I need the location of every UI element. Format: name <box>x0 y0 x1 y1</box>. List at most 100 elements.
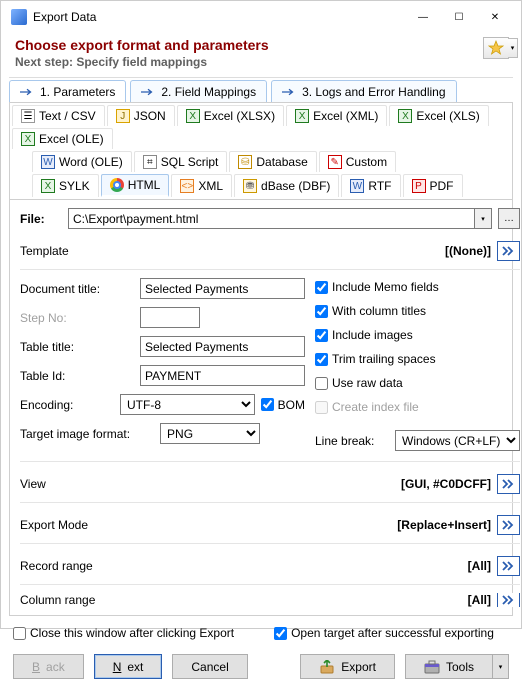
step-no-input[interactable] <box>140 307 200 328</box>
txt-icon: ☰ <box>21 109 35 123</box>
export-button[interactable]: Export <box>300 654 395 679</box>
bom-checkbox[interactable] <box>261 398 274 411</box>
format-tab-label: Excel (XLS) <box>416 109 479 123</box>
back-button[interactable]: Back <box>13 654 84 679</box>
record-range-expand-button[interactable] <box>497 556 520 576</box>
record-range-value: [All] <box>468 559 491 573</box>
format-tab-label: Custom <box>346 155 387 169</box>
tab-field-mappings[interactable]: 2. Field Mappings <box>130 80 267 102</box>
include-memo-checkbox[interactable] <box>315 281 328 294</box>
open-after-checkbox[interactable] <box>274 627 287 640</box>
export-mode-label: Export Mode <box>20 518 88 532</box>
xlsx-icon: X <box>295 109 309 123</box>
format-tab-xmlf[interactable]: <>XML <box>171 174 232 197</box>
wizard-step-tabs: 1. Parameters 2. Field Mappings 3. Logs … <box>1 78 521 102</box>
encoding-select[interactable]: UTF-8 <box>120 394 255 415</box>
format-tab-rtf[interactable]: WRTF <box>341 174 400 197</box>
file-path-combo[interactable]: ▾ <box>68 208 492 229</box>
rtf-icon: W <box>350 179 364 193</box>
column-range-expand-button[interactable] <box>497 593 520 607</box>
format-tab-wordole[interactable]: WWord (OLE) <box>32 151 132 172</box>
xls-icon: X <box>21 132 35 146</box>
browse-button[interactable]: … <box>498 208 520 229</box>
next-button[interactable]: Next <box>94 654 163 679</box>
table-title-input[interactable] <box>140 336 305 357</box>
maximize-button[interactable]: ☐ <box>441 3 477 31</box>
format-tab-label: JSON <box>134 109 166 123</box>
tab-parameters[interactable]: 1. Parameters <box>9 80 126 102</box>
view-label: View <box>20 477 46 491</box>
format-tab-xml[interactable]: XExcel (XML) <box>286 105 387 126</box>
custom-icon: ✎ <box>328 155 342 169</box>
format-tab-xlsx[interactable]: XExcel (XLSX) <box>177 105 284 126</box>
use-raw-data-checkbox[interactable] <box>315 377 328 390</box>
column-titles-label: With column titles <box>332 304 426 318</box>
minimize-button[interactable]: — <box>405 3 441 31</box>
format-tab-html[interactable]: HTML <box>101 174 170 197</box>
close-button[interactable]: ✕ <box>477 3 513 31</box>
include-images-label: Include images <box>332 328 413 342</box>
format-tab-container: ☰Text / CSVJJSONXExcel (XLSX)XExcel (XML… <box>9 102 513 200</box>
format-tab-label: Excel (XLSX) <box>204 109 275 123</box>
arrow-right-icon <box>282 88 296 96</box>
close-after-checkbox[interactable] <box>13 627 26 640</box>
tools-button[interactable]: Tools <box>405 654 493 679</box>
encoding-label: Encoding: <box>20 398 120 412</box>
tools-dropdown[interactable]: ▾ <box>493 654 509 679</box>
format-tab-db[interactable]: ⛁Database <box>229 151 316 172</box>
template-expand-button[interactable] <box>497 241 520 261</box>
format-tab-json[interactable]: JJSON <box>107 105 175 126</box>
format-tab-sylk[interactable]: XSYLK <box>32 174 99 197</box>
export-mode-expand-button[interactable] <box>497 515 520 535</box>
xml-icon: <> <box>180 179 194 193</box>
line-break-select[interactable]: Windows (CR+LF) <box>395 430 520 451</box>
table-id-input[interactable] <box>140 365 305 386</box>
format-tab-label: PDF <box>430 179 454 193</box>
include-images-checkbox[interactable] <box>315 329 328 342</box>
file-path-dropdown[interactable]: ▾ <box>474 209 491 228</box>
double-chevron-right-icon <box>502 479 516 489</box>
table-title-label: Table title: <box>20 340 140 354</box>
format-tab-dbf[interactable]: ⛃dBase (DBF) <box>234 174 339 197</box>
format-tab-text[interactable]: ☰Text / CSV <box>12 105 105 126</box>
format-tab-pdf[interactable]: PPDF <box>403 174 463 197</box>
document-title-input[interactable] <box>140 278 305 299</box>
tab-parameters-label: 1. Parameters <box>40 85 115 99</box>
double-chevron-right-icon <box>502 520 516 530</box>
sql-icon: ⌗ <box>143 155 157 169</box>
trim-spaces-checkbox[interactable] <box>315 353 328 366</box>
open-after-label: Open target after successful exporting <box>291 626 494 640</box>
export-button-label: Export <box>341 660 376 674</box>
document-title-label: Document title: <box>20 282 140 296</box>
arrow-right-icon <box>141 88 155 96</box>
target-image-format-select[interactable]: PNG <box>160 423 260 444</box>
app-icon <box>11 9 27 25</box>
favorites-dropdown[interactable]: ▾ <box>508 38 518 58</box>
double-chevron-right-icon <box>502 561 516 571</box>
close-after-label: Close this window after clicking Export <box>30 626 234 640</box>
create-index-label: Create index file <box>332 400 419 414</box>
export-mode-value: [Replace+Insert] <box>397 518 491 532</box>
double-chevron-right-icon <box>502 246 516 256</box>
column-titles-checkbox[interactable] <box>315 305 328 318</box>
parameters-form: File: ▾ … Template [(None)] Document tit… <box>9 200 513 616</box>
toolbox-icon <box>424 660 440 674</box>
format-tab-sql[interactable]: ⌗SQL Script <box>134 151 228 172</box>
view-expand-button[interactable] <box>497 474 520 494</box>
tab-logs[interactable]: 3. Logs and Error Handling <box>271 80 456 102</box>
cancel-button[interactable]: Cancel <box>172 654 247 679</box>
wizard-header: Choose export format and parameters Next… <box>1 33 521 71</box>
format-tab-xls[interactable]: XExcel (XLS) <box>389 105 488 126</box>
db-icon: ⛁ <box>238 155 252 169</box>
template-value: [(None)] <box>445 244 491 258</box>
file-path-input[interactable] <box>69 209 474 228</box>
include-memo-label: Include Memo fields <box>332 280 439 294</box>
trim-spaces-label: Trim trailing spaces <box>332 352 436 366</box>
favorites-button[interactable]: ▾ <box>483 37 509 59</box>
column-range-value: [All] <box>468 593 491 607</box>
format-tab-ole[interactable]: XExcel (OLE) <box>12 128 113 149</box>
target-image-format-label: Target image format: <box>20 427 130 441</box>
page-subtitle: Next step: Specify field mappings <box>15 55 483 69</box>
arrow-right-icon <box>20 88 34 96</box>
format-tab-custom[interactable]: ✎ Custom <box>319 151 396 172</box>
